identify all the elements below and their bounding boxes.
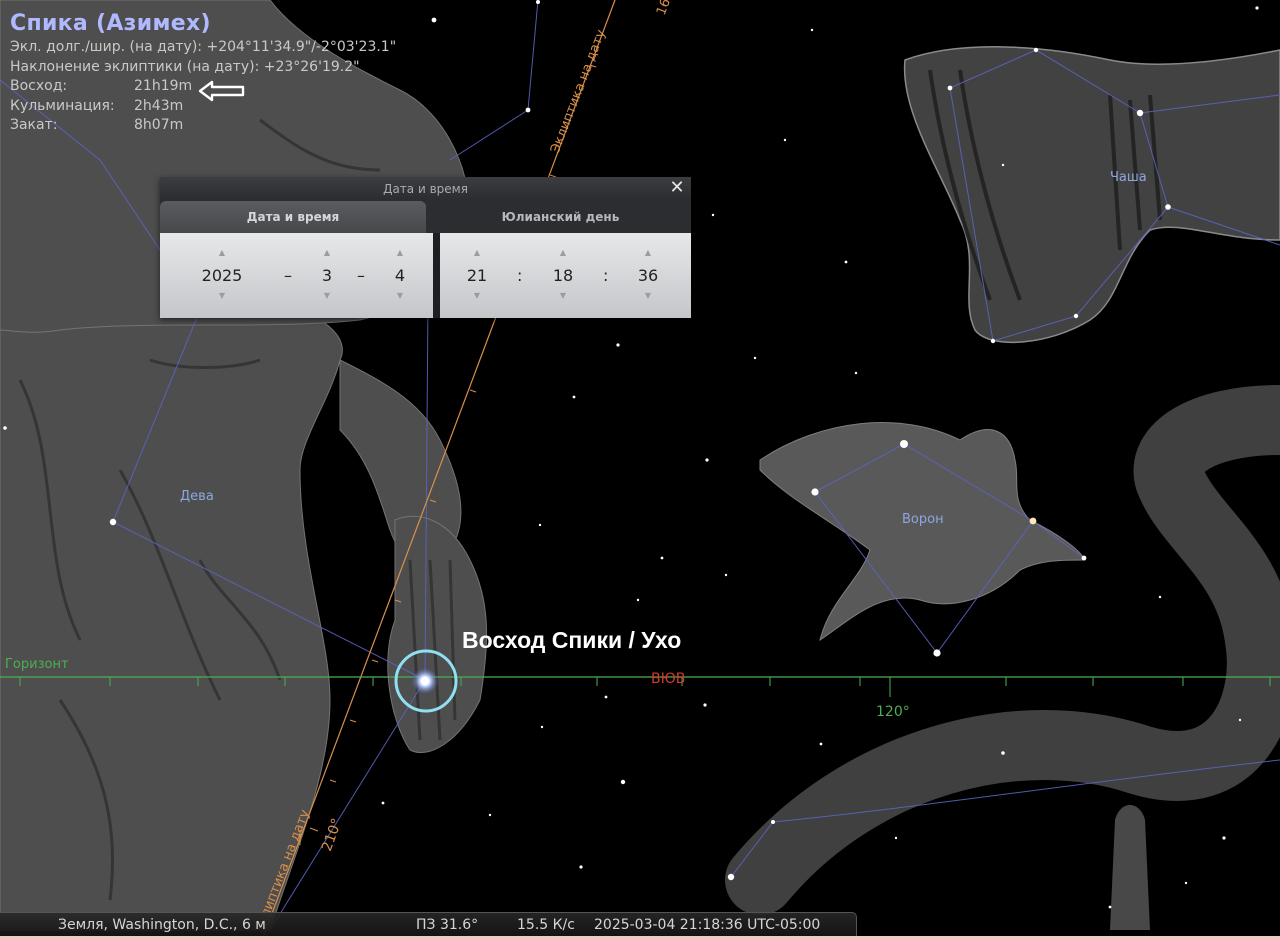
hour-spinbox[interactable]: ▲ 21 ▼ [447, 233, 507, 318]
status-fov: ПЗ 31.6° [416, 917, 479, 933]
month-down-arrow-icon[interactable]: ▼ [297, 289, 357, 303]
dialog-panels: ▲ 2025 ▼ – ▲ 3 ▼ – ▲ 4 ▼ ▲ 21 ▼ : ▲ 18 ▼… [160, 233, 691, 318]
object-title: Спика (Азимех) [10, 11, 211, 36]
date-separator: – [284, 266, 292, 285]
dialog-tabs: Дата и время Юлианский день [160, 201, 691, 233]
cardinal-label: ВЮВ [651, 671, 686, 687]
year-down-arrow-icon[interactable]: ▼ [192, 289, 252, 303]
virgo-artwork [0, 0, 488, 931]
minute-value[interactable]: 18 [533, 266, 593, 286]
day-up-arrow-icon[interactable]: ▲ [370, 246, 430, 260]
set-row: Закат: 8h07m [10, 116, 396, 136]
constellation-label-virgo: Дева [180, 489, 214, 504]
second-up-arrow-icon[interactable]: ▲ [618, 246, 678, 260]
minute-down-arrow-icon[interactable]: ▼ [533, 289, 593, 303]
date-separator: – [357, 266, 365, 285]
left-arrow-icon [198, 80, 245, 102]
datetime-dialog: Дата и время ✕ Дата и время Юлианский де… [160, 177, 691, 318]
year-up-arrow-icon[interactable]: ▲ [192, 246, 252, 260]
second-spinbox[interactable]: ▲ 36 ▼ [618, 233, 678, 318]
crater-artwork [903, 46, 1280, 344]
horizon-label: Горизонт [5, 657, 69, 672]
day-down-arrow-icon[interactable]: ▼ [370, 289, 430, 303]
year-spinbox[interactable]: ▲ 2025 ▼ [192, 233, 252, 318]
date-panel: ▲ 2025 ▼ – ▲ 3 ▼ – ▲ 4 ▼ [160, 233, 433, 318]
close-icon[interactable]: ✕ [667, 178, 687, 198]
rise-value: 21h19m [134, 78, 193, 94]
hydra-tail-artwork [1110, 805, 1150, 930]
set-value: 8h07m [134, 117, 184, 133]
set-label: Закат: [10, 117, 58, 133]
minute-spinbox[interactable]: ▲ 18 ▼ [533, 233, 593, 318]
month-value[interactable]: 3 [297, 266, 357, 286]
hour-value[interactable]: 21 [447, 266, 507, 286]
tab-julian-day[interactable]: Юлианский день [430, 201, 691, 233]
status-location: Земля, Washington, D.C., 6 м [58, 917, 266, 933]
rise-label: Восход: [10, 78, 68, 94]
dialog-title: Дата и время [383, 182, 468, 196]
constellation-label-crater: Чаша [1110, 170, 1147, 185]
time-separator: : [517, 266, 523, 285]
annotation-text: Восход Спики / Ухо [462, 627, 682, 653]
year-value[interactable]: 2025 [192, 266, 252, 286]
month-up-arrow-icon[interactable]: ▲ [297, 246, 357, 260]
object-info-panel: Спика (Азимех) Экл. долг./шир. (на дату)… [10, 10, 396, 136]
day-spinbox[interactable]: ▲ 4 ▼ [370, 233, 430, 318]
hour-down-arrow-icon[interactable]: ▼ [447, 289, 507, 303]
bottom-strip [0, 936, 1280, 940]
culmination-label: Кульминация: [10, 97, 115, 114]
status-fps: 15.5 К/с [517, 917, 575, 933]
tab-date-time[interactable]: Дата и время [160, 201, 426, 233]
month-spinbox[interactable]: ▲ 3 ▼ [297, 233, 357, 318]
time-separator: : [603, 266, 609, 285]
culmination-value: 2h43m [134, 97, 184, 114]
ecliptic-obliquity: Наклонение эклиптики (на дату): +23°26'1… [10, 58, 360, 75]
dialog-title-bar[interactable]: Дата и время ✕ [160, 177, 691, 201]
day-value[interactable]: 4 [370, 266, 430, 286]
status-bar: Земля, Washington, D.C., 6 м ПЗ 31.6° 15… [0, 912, 857, 937]
second-value[interactable]: 36 [618, 266, 678, 286]
azimuth-label-120: 120° [876, 704, 910, 720]
minute-up-arrow-icon[interactable]: ▲ [533, 246, 593, 260]
sky-view[interactable] [0, 0, 1280, 940]
constellation-label-corvus: Ворон [902, 512, 944, 527]
second-down-arrow-icon[interactable]: ▼ [618, 289, 678, 303]
hour-up-arrow-icon[interactable]: ▲ [447, 246, 507, 260]
ecliptic-coordinates: Экл. долг./шир. (на дату): +204°11'34.9"… [10, 39, 397, 55]
time-panel: ▲ 21 ▼ : ▲ 18 ▼ : ▲ 36 ▼ [440, 233, 691, 318]
status-datetime: 2025-03-04 21:18:36 UTC-05:00 [594, 917, 821, 933]
